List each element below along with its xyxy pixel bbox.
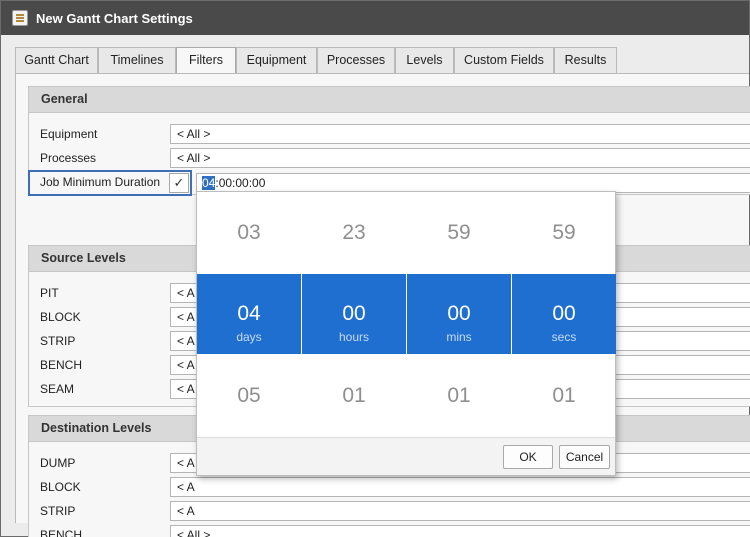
processes-label: Processes [40, 151, 97, 165]
picker-selected-value: 00 [342, 302, 366, 325]
picker-column-days[interactable]: 03 04 days 05 [197, 192, 301, 437]
tab-results[interactable]: Results [554, 47, 617, 73]
tab-processes[interactable]: Processes [317, 47, 395, 73]
picker-selected-cell[interactable]: 00 mins [407, 274, 511, 354]
picker-unit-label: days [236, 330, 262, 344]
level-label: DUMP [40, 456, 76, 470]
picker-column-secs[interactable]: 59 00 secs 01 [512, 192, 616, 437]
cancel-button[interactable]: Cancel [559, 445, 610, 469]
level-label: BENCH [40, 358, 83, 372]
duration-rest-segment: :00:00:00 [215, 176, 266, 190]
tab-levels[interactable]: Levels [395, 47, 454, 73]
picker-selected-value: 00 [447, 302, 471, 325]
duration-selected-segment: 04 [202, 176, 216, 190]
tab-custom-fields[interactable]: Custom Fields [454, 47, 554, 73]
picker-prev-value[interactable]: 23 [302, 221, 406, 245]
picker-next-value[interactable]: 01 [512, 384, 616, 408]
picker-footer: OK Cancel [197, 437, 615, 475]
picker-selected-cell[interactable]: 04 days [197, 274, 301, 354]
picker-column-mins[interactable]: 59 00 mins 01 [407, 192, 511, 437]
equipment-label: Equipment [40, 127, 98, 141]
window-title: New Gantt Chart Settings [36, 11, 193, 26]
dialog-window: New Gantt Chart Settings Gantt Chart Tim… [0, 0, 750, 537]
level-label: PIT [40, 286, 59, 300]
level-label: STRIP [40, 334, 76, 348]
picker-selected-cell[interactable]: 00 hours [302, 274, 406, 354]
picker-unit-label: hours [338, 330, 370, 344]
destination-level-row: BENCH < All > [29, 525, 750, 537]
picker-selected-cell[interactable]: 00 secs [512, 274, 616, 354]
picker-unit-label: secs [551, 330, 577, 344]
equipment-filter-field[interactable]: < All > [170, 124, 750, 144]
chart-settings-icon [12, 10, 28, 26]
level-filter-field[interactable]: < All > [170, 525, 750, 537]
level-label: BENCH [40, 528, 83, 537]
tab-gantt-chart[interactable]: Gantt Chart [15, 47, 98, 73]
picker-next-value[interactable]: 01 [407, 384, 511, 408]
level-label: SEAM [40, 382, 75, 396]
destination-level-row: STRIP < A [29, 501, 750, 521]
level-label: BLOCK [40, 480, 81, 494]
level-label: BLOCK [40, 310, 81, 324]
job-min-duration-highlight [28, 170, 192, 196]
job-min-duration-checkbox[interactable]: ✓ [169, 173, 189, 193]
general-header: General [29, 87, 750, 113]
picker-column-hours[interactable]: 23 00 hours 01 [302, 192, 406, 437]
picker-selected-value: 00 [552, 302, 576, 325]
processes-filter-field[interactable]: < All > [170, 148, 750, 168]
ok-button[interactable]: OK [503, 445, 553, 469]
picker-selected-value: 04 [237, 302, 261, 325]
level-filter-field[interactable]: < A [170, 477, 750, 497]
level-filter-field[interactable]: < A [170, 501, 750, 521]
picker-unit-label: mins [446, 330, 472, 344]
tab-equipment[interactable]: Equipment [236, 47, 317, 73]
picker-prev-value[interactable]: 03 [197, 221, 301, 245]
picker-prev-value[interactable]: 59 [512, 221, 616, 245]
picker-next-value[interactable]: 05 [197, 384, 301, 408]
job-min-duration-input[interactable]: 04:00:00:00 [196, 173, 750, 193]
level-label: STRIP [40, 504, 76, 518]
title-bar: New Gantt Chart Settings [1, 1, 749, 35]
equipment-row: Equipment < All > [29, 124, 750, 144]
tab-timelines[interactable]: Timelines [98, 47, 176, 73]
tab-filters[interactable]: Filters [176, 47, 236, 74]
processes-row: Processes < All > [29, 148, 750, 168]
destination-level-row: BLOCK < A [29, 477, 750, 497]
picker-prev-value[interactable]: 59 [407, 221, 511, 245]
picker-next-value[interactable]: 01 [302, 384, 406, 408]
duration-picker-popup: 03 04 days 05 23 00 hours 01 59 00 mins … [196, 191, 616, 476]
